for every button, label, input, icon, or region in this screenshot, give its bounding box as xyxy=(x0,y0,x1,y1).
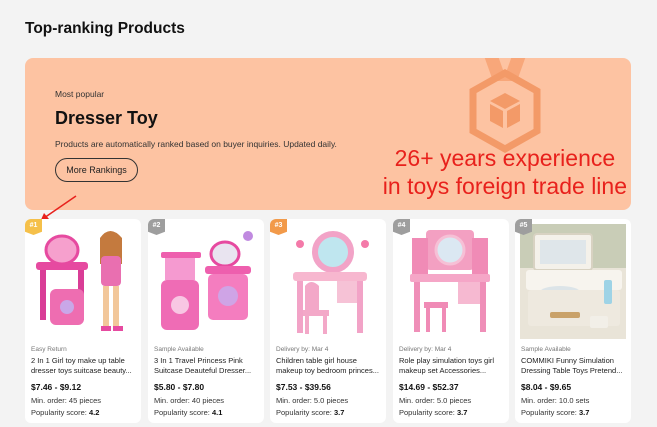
min-order: Min. order: 5.0 pieces xyxy=(399,396,472,405)
promo-overlay-text: 26+ years experience in toys foreign tra… xyxy=(383,144,627,200)
product-image[interactable] xyxy=(153,224,259,339)
product-title[interactable]: 2 In 1 Girl toy make up table dresser to… xyxy=(31,356,137,375)
product-title[interactable]: COMMIKI Funny Simulation Dressing Table … xyxy=(521,356,627,375)
product-image[interactable] xyxy=(398,224,504,339)
product-price: $5.80 - $7.80 xyxy=(154,382,205,392)
min-order: Min. order: 10.0 sets xyxy=(521,396,590,405)
popularity-score-label: Popularity score: xyxy=(276,408,332,417)
product-tag: Delivery by: Mar 4 xyxy=(399,346,452,353)
rank-badge: #5 xyxy=(515,219,532,235)
more-rankings-button[interactable]: More Rankings xyxy=(55,158,138,182)
popularity-score-row: Popularity score: 4.1 xyxy=(154,408,222,417)
product-tag: Sample Available xyxy=(521,346,571,353)
banner-description: Products are automatically ranked based … xyxy=(55,139,337,149)
rank-badge: #3 xyxy=(270,219,287,235)
min-order: Min. order: 45 pieces xyxy=(31,396,102,405)
product-image[interactable] xyxy=(30,224,136,339)
min-order: Min. order: 5.0 pieces xyxy=(276,396,349,405)
popularity-score-label: Popularity score: xyxy=(521,408,577,417)
product-card[interactable]: #5 Sample Available COMMIKI Funny Simula… xyxy=(515,219,631,423)
popularity-score-value: 3.7 xyxy=(333,408,345,417)
product-card[interactable]: #1 Easy Return 2 In 1 Girl toy make up t… xyxy=(25,219,141,423)
product-price: $7.53 - $39.56 xyxy=(276,382,331,392)
promo-line-2: in toys foreign trade line xyxy=(382,173,627,199)
product-title[interactable]: 3 In 1 Travel Princess Pink Suitcase Dea… xyxy=(154,356,260,375)
popularity-score-row: Popularity score: 3.7 xyxy=(399,408,467,417)
product-price: $8.04 - $9.65 xyxy=(521,382,572,392)
product-title[interactable]: Children table girl house makeup toy bed… xyxy=(276,356,382,375)
product-title[interactable]: Role play simulation toys girl makeup se… xyxy=(399,356,505,375)
popularity-score-row: Popularity score: 3.7 xyxy=(521,408,589,417)
banner-kicker: Most popular xyxy=(55,89,105,99)
product-card[interactable]: #4 Delivery by: Mar 4 Role play simulati… xyxy=(393,219,509,423)
product-tag: Sample Available xyxy=(154,346,204,353)
popularity-score-label: Popularity score: xyxy=(154,408,210,417)
popularity-score-value: 4.2 xyxy=(88,408,100,417)
popularity-score-value: 3.7 xyxy=(578,408,590,417)
product-card[interactable]: #2 Sample Available 3 In 1 Travel Prince… xyxy=(148,219,264,423)
popularity-score-value: 4.1 xyxy=(211,408,223,417)
min-order: Min. order: 40 pieces xyxy=(154,396,225,405)
popularity-score-row: Popularity score: 3.7 xyxy=(276,408,344,417)
popularity-score-label: Popularity score: xyxy=(31,408,87,417)
rank-badge: #2 xyxy=(148,219,165,235)
product-image[interactable] xyxy=(520,224,626,339)
product-tag: Delivery by: Mar 4 xyxy=(276,346,329,353)
rank-badge: #4 xyxy=(393,219,410,235)
popularity-score-label: Popularity score: xyxy=(399,408,455,417)
product-price: $14.69 - $52.37 xyxy=(399,382,459,392)
popularity-score-row: Popularity score: 4.2 xyxy=(31,408,99,417)
product-price: $7.46 - $9.12 xyxy=(31,382,82,392)
product-tag: Easy Return xyxy=(31,346,67,353)
rank-badge: #1 xyxy=(25,219,42,235)
product-card[interactable]: #3 Delivery by: Mar 4 Children table gir… xyxy=(270,219,386,423)
banner-title: Dresser Toy xyxy=(55,108,158,128)
ranking-banner: Most popular Dresser Toy Products are au… xyxy=(25,58,631,210)
promo-line-1: 26+ years experience xyxy=(394,145,616,171)
popularity-score-value: 3.7 xyxy=(456,408,468,417)
page-title: Top-ranking Products xyxy=(25,20,185,37)
product-image[interactable] xyxy=(275,224,381,339)
